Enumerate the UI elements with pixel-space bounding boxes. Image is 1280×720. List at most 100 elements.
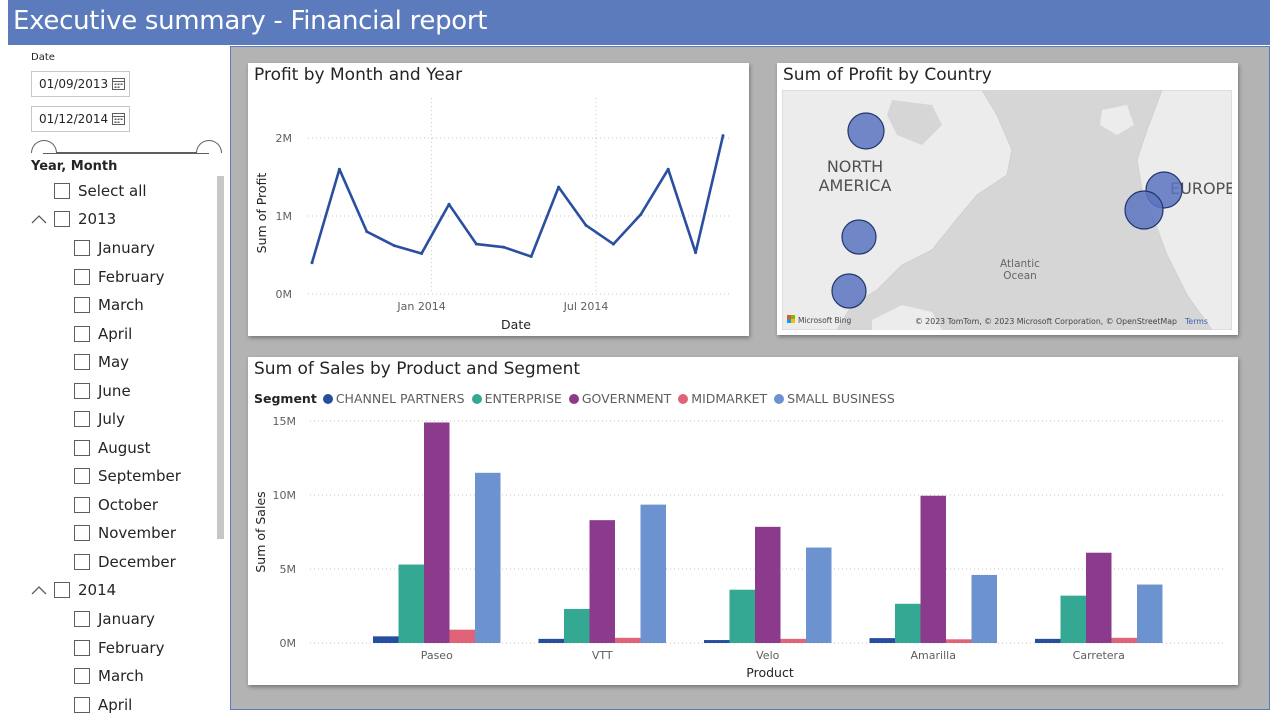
range-start-handle[interactable]: [31, 140, 57, 153]
month-item[interactable]: November: [74, 522, 176, 544]
year-checkbox[interactable]: [54, 582, 70, 598]
end-date-input[interactable]: 01/12/2014: [31, 106, 130, 132]
profit-map-card[interactable]: Sum of Profit by Country NORTH AMERICA E…: [777, 63, 1238, 335]
date-slicer-label: Date: [31, 52, 55, 63]
month-item[interactable]: February: [74, 266, 164, 288]
month-item[interactable]: May: [74, 351, 129, 373]
select-all-item[interactable]: Select all: [54, 180, 147, 202]
month-checkbox[interactable]: [74, 297, 90, 313]
bar-enterprise: [729, 589, 755, 643]
bar-midmarket: [1111, 637, 1137, 643]
profit-line-chart-card[interactable]: Profit by Month and Year 0M 1M 2M Jan 2014 J…: [248, 63, 749, 336]
sales-bar-chart-card[interactable]: Sum of Sales by Product and Segment Segm…: [248, 357, 1238, 685]
bar-chart-x-tick: Amarilla: [911, 649, 956, 662]
year-item-2013[interactable]: 2013: [54, 208, 116, 230]
bar-channel-partners: [1035, 638, 1061, 643]
month-item[interactable]: January: [74, 237, 155, 259]
month-checkbox[interactable]: [74, 354, 90, 370]
month-item[interactable]: July: [74, 408, 125, 430]
report-canvas: Profit by Month and Year 0M 1M 2M Jan 2014 J…: [230, 46, 1270, 710]
slicer-scrollbar[interactable]: [217, 176, 224, 539]
month-checkbox[interactable]: [74, 697, 90, 713]
bing-logo-icon: [787, 315, 791, 319]
month-checkbox[interactable]: [74, 640, 90, 656]
month-checkbox[interactable]: [74, 240, 90, 256]
select-all-checkbox[interactable]: [54, 183, 70, 199]
month-checkbox[interactable]: [74, 269, 90, 285]
month-checkbox[interactable]: [74, 554, 90, 570]
month-label: June: [98, 382, 131, 400]
map-canvas[interactable]: NORTH AMERICA EUROPE Atlantic Ocean Micr…: [782, 90, 1232, 330]
bar-small-business: [971, 574, 997, 643]
map-bubble-france[interactable]: [1124, 190, 1164, 230]
bar-government: [920, 495, 946, 643]
bing-logo-icon-4: [791, 319, 795, 323]
month-checkbox[interactable]: [74, 668, 90, 684]
month-label: January: [98, 239, 155, 257]
profit-line-point: [611, 242, 615, 246]
month-checkbox[interactable]: [74, 440, 90, 456]
map-title: Sum of Profit by Country: [783, 65, 992, 85]
month-item[interactable]: September: [74, 465, 181, 487]
line-chart-y-tick: 2M: [276, 132, 293, 145]
month-item[interactable]: April: [74, 323, 132, 345]
month-item[interactable]: March: [74, 294, 144, 316]
year-checkbox[interactable]: [54, 211, 70, 227]
month-checkbox[interactable]: [74, 525, 90, 541]
month-label: September: [98, 467, 181, 485]
month-checkbox[interactable]: [74, 326, 90, 342]
map-view[interactable]: NORTH AMERICA EUROPE Atlantic Ocean Micr…: [782, 90, 1232, 330]
calendar-icon[interactable]: [112, 77, 125, 90]
year-label: 2013: [78, 210, 117, 228]
year-item-2014[interactable]: 2014: [54, 579, 116, 601]
month-item[interactable]: March: [74, 665, 144, 687]
calendar-icon[interactable]: [112, 112, 125, 125]
month-checkbox[interactable]: [74, 611, 90, 627]
month-checkbox[interactable]: [74, 411, 90, 427]
month-checkbox[interactable]: [74, 468, 90, 484]
start-date-input[interactable]: 01/09/2013: [31, 71, 130, 97]
date-range-track[interactable]: [43, 152, 209, 154]
bing-label: Microsoft Bing: [798, 316, 851, 325]
month-checkbox[interactable]: [74, 497, 90, 513]
month-item[interactable]: August: [74, 437, 151, 459]
month-checkbox[interactable]: [74, 383, 90, 399]
month-label: April: [98, 696, 133, 714]
profit-line-point: [447, 202, 451, 206]
bar-chart-x-tick: Velo: [756, 649, 779, 662]
sales-bar-chart[interactable]: 0M 5M 10M 15M Sum of Sales Product Paseo VTT Vel…: [248, 357, 1238, 685]
month-item[interactable]: June: [74, 380, 131, 402]
map-bubble-mexico[interactable]: [831, 273, 867, 309]
bar-midmarket: [780, 638, 806, 643]
bar-small-business: [806, 547, 832, 643]
range-end-handle[interactable]: [196, 140, 222, 153]
month-item[interactable]: October: [74, 494, 158, 516]
chevron-up-icon[interactable]: [31, 584, 47, 596]
bar-enterprise: [564, 608, 590, 643]
bar-chart-y-tick: 5M: [280, 563, 297, 576]
map-terms-link[interactable]: Terms: [1184, 317, 1208, 326]
bar-channel-partners: [869, 638, 895, 643]
map-bubble-canada[interactable]: [847, 112, 885, 150]
bar-midmarket: [946, 639, 972, 643]
bing-logo-icon-2: [791, 315, 795, 319]
month-item[interactable]: February: [74, 637, 164, 659]
bar-chart-y-tick: 10M: [273, 489, 297, 502]
chevron-up-icon[interactable]: [31, 213, 47, 225]
month-item[interactable]: December: [74, 551, 176, 573]
end-date-value: 01/12/2014: [39, 112, 109, 126]
profit-line-point: [365, 230, 369, 234]
month-item[interactable]: January: [74, 608, 155, 630]
bar-government: [1086, 552, 1112, 643]
map-bubble-usa[interactable]: [841, 219, 877, 255]
profit-line-chart[interactable]: 0M 1M 2M Jan 2014 Jul 2014 Date Sum of Profit: [248, 63, 749, 336]
bar-small-business: [475, 472, 501, 643]
date-slicer-panel: Date 01/09/2013 01/12/2014 Year, Month S…: [0, 46, 230, 720]
month-item[interactable]: April: [74, 694, 132, 716]
month-label: January: [98, 610, 155, 628]
bar-small-business: [1137, 584, 1163, 643]
bing-logo-icon-3: [787, 319, 791, 323]
month-label: February: [98, 268, 165, 286]
bar-chart-x-tick: Carretera: [1073, 649, 1125, 662]
report-title: Executive summary - Financial report: [13, 6, 488, 36]
